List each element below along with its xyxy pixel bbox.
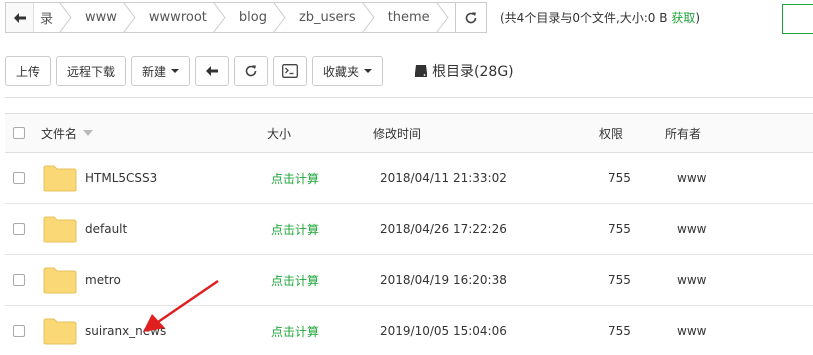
header-name[interactable]: 文件名 [41, 114, 94, 152]
permission[interactable]: 755 [608, 204, 631, 254]
summary-text: (共4个目录与0个文件,大小:0 B [500, 11, 668, 25]
permission[interactable]: 755 [608, 153, 631, 203]
breadcrumb-item[interactable]: 录 [34, 3, 71, 32]
calc-size-link[interactable]: 点击计算 [271, 204, 319, 254]
folder-cell [43, 255, 77, 305]
folder-icon [43, 318, 77, 345]
path-bar: 录 www wwwroot blog zb_users theme [5, 2, 487, 33]
folder-icon [43, 216, 77, 243]
calc-size-link[interactable]: 点击计算 [271, 255, 319, 305]
calc-size-link[interactable]: 点击计算 [271, 306, 319, 355]
file-name[interactable]: suiranx_news [85, 306, 166, 355]
breadcrumb-item[interactable]: zb_users [285, 3, 374, 32]
owner[interactable]: www [677, 306, 706, 355]
owner[interactable]: www [677, 255, 706, 305]
disk-icon [415, 65, 428, 77]
modified-time: 2018/04/26 17:22:26 [380, 222, 507, 236]
folder-cell [43, 306, 77, 355]
remote-download-label: 远程下载 [67, 64, 116, 79]
select-all-checkbox[interactable] [13, 127, 25, 139]
summary-close: ) [695, 11, 701, 25]
upload-button[interactable]: 上传 [5, 56, 52, 86]
file-name[interactable]: default [85, 204, 127, 254]
refresh-icon [465, 11, 477, 23]
favorites-label: 收藏夹 [323, 64, 360, 79]
refresh-button[interactable] [234, 56, 269, 86]
select-all-cell [13, 114, 25, 152]
directory-summary: (共4个目录与0个文件,大小:0 B 获取) [500, 9, 700, 26]
sort-caret-icon [83, 130, 94, 136]
file-table: 文件名 大小 修改时间 权限 所有者 HTML5CSS3 点击计算 2018/0… [5, 113, 813, 355]
calc-size-link[interactable]: 点击计算 [271, 153, 319, 203]
toolbar-divider [5, 97, 813, 98]
row-select-cell [13, 255, 25, 305]
path-refresh-button[interactable] [455, 3, 486, 32]
row-select-cell [13, 204, 25, 254]
folder-cell [43, 204, 77, 254]
new-label: 新建 [142, 64, 167, 79]
table-row[interactable]: default 点击计算 2018/04/26 17:22:26 755 www [5, 204, 813, 255]
refresh-icon [245, 65, 257, 77]
toolbar: 上传 远程下载 新建 收藏夹 根目录(28G) [5, 56, 514, 86]
new-button[interactable]: 新建 [131, 56, 191, 86]
summary-fetch-link[interactable]: 获取 [671, 11, 695, 25]
folder-icon [43, 165, 77, 192]
caret-down-icon [171, 69, 180, 73]
path-back-button[interactable] [6, 3, 34, 32]
table-row[interactable]: metro 点击计算 2018/04/19 16:20:38 755 www [5, 255, 813, 306]
terminal-button[interactable] [273, 56, 308, 86]
row-checkbox[interactable] [13, 172, 25, 184]
disk-label: 根目录(28G) [432, 64, 514, 80]
permission[interactable]: 755 [608, 306, 631, 355]
favorites-button[interactable]: 收藏夹 [312, 56, 384, 86]
breadcrumb-item[interactable]: wwwroot [135, 3, 225, 32]
row-checkbox[interactable] [13, 223, 25, 235]
folder-cell [43, 153, 77, 203]
modified-time: 2019/10/05 15:04:06 [380, 324, 507, 338]
breadcrumb-item[interactable]: blog [225, 3, 285, 32]
back-button[interactable] [195, 56, 230, 86]
search-input-partial[interactable] [782, 4, 813, 34]
table-row[interactable]: HTML5CSS3 点击计算 2018/04/11 21:33:02 755 w… [5, 153, 813, 204]
modified-time: 2018/04/19 16:20:38 [380, 273, 507, 287]
header-perm[interactable]: 权限 [599, 114, 623, 152]
file-name[interactable]: HTML5CSS3 [85, 153, 157, 203]
breadcrumb-item[interactable]: theme [374, 3, 448, 32]
owner[interactable]: www [677, 204, 706, 254]
header-size[interactable]: 大小 [267, 114, 291, 152]
header-mtime[interactable]: 修改时间 [373, 114, 421, 152]
table-row[interactable]: suiranx_news 点击计算 2019/10/05 15:04:06 75… [5, 306, 813, 355]
row-select-cell [13, 306, 25, 355]
header-owner[interactable]: 所有者 [665, 114, 701, 152]
terminal-icon [282, 64, 298, 78]
row-checkbox[interactable] [13, 274, 25, 286]
header-name-label: 文件名 [41, 126, 78, 141]
file-name[interactable]: metro [85, 255, 121, 305]
remote-download-button[interactable]: 远程下载 [56, 56, 127, 86]
arrow-left-icon [206, 66, 219, 76]
modified-time: 2018/04/11 21:33:02 [380, 171, 507, 185]
owner[interactable]: www [677, 153, 706, 203]
caret-down-icon [364, 69, 373, 73]
permission[interactable]: 755 [608, 255, 631, 305]
breadcrumb-item[interactable]: www [71, 3, 135, 32]
table-header: 文件名 大小 修改时间 权限 所有者 [5, 114, 813, 153]
upload-label: 上传 [16, 64, 41, 79]
arrow-left-icon [13, 12, 26, 23]
breadcrumb: 录 www wwwroot blog zb_users theme [34, 3, 455, 32]
folder-icon [43, 267, 77, 294]
row-select-cell [13, 153, 25, 203]
row-checkbox[interactable] [13, 325, 25, 337]
disk-selector[interactable]: 根目录(28G) [414, 61, 514, 81]
